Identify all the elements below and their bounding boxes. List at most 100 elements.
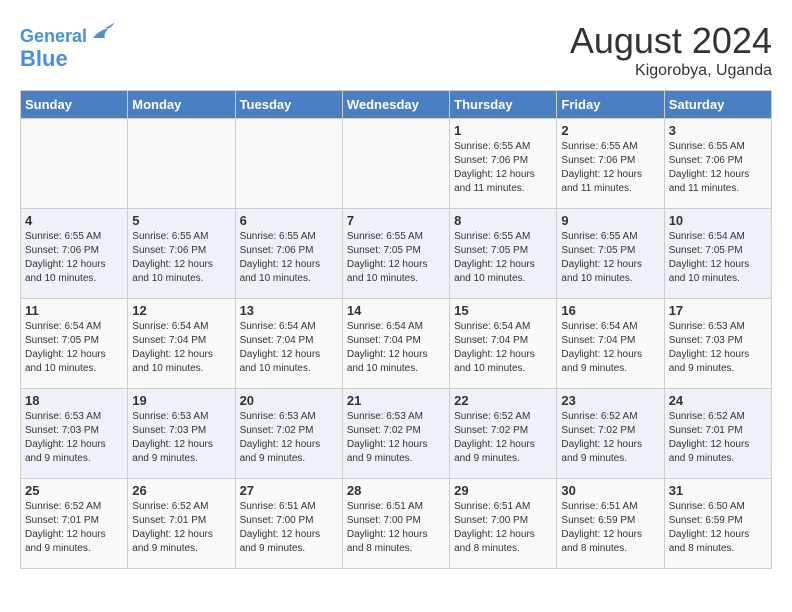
day-number: 6 [240,213,338,228]
calendar-week-row: 4 Sunrise: 6:55 AM Sunset: 7:06 PM Daylig… [21,209,772,299]
title-block: August 2024 Kigorobya, Uganda [570,20,772,80]
calendar-cell: 11 Sunrise: 6:54 AM Sunset: 7:05 PM Dayli… [21,299,128,389]
calendar-cell: 10 Sunrise: 6:54 AM Sunset: 7:05 PM Dayli… [664,209,771,299]
calendar-week-row: 18 Sunrise: 6:53 AM Sunset: 7:03 PM Dayli… [21,389,772,479]
day-number: 10 [669,213,767,228]
logo: General Blue [20,20,117,71]
calendar-cell: 23 Sunrise: 6:52 AM Sunset: 7:02 PM Dayli… [557,389,664,479]
day-info: Sunrise: 6:55 AM Sunset: 7:05 PM Dayligh… [347,230,445,286]
day-info: Sunrise: 6:50 AM Sunset: 6:59 PM Dayligh… [669,500,767,556]
day-info: Sunrise: 6:54 AM Sunset: 7:05 PM Dayligh… [25,320,123,376]
day-number: 20 [240,393,338,408]
day-info: Sunrise: 6:53 AM Sunset: 7:03 PM Dayligh… [669,320,767,376]
calendar-cell: 29Sunrise: 6:51 AM Sunset: 7:00 PM Dayli… [450,479,557,569]
day-number: 18 [25,393,123,408]
calendar-cell: 19 Sunrise: 6:53 AM Sunset: 7:03 PM Dayli… [128,389,235,479]
day-info: Sunrise: 6:55 AM Sunset: 7:05 PM Dayligh… [561,230,659,286]
day-info: Sunrise: 6:55 AM Sunset: 7:06 PM Dayligh… [561,140,659,196]
calendar-cell: 25Sunrise: 6:52 AM Sunset: 7:01 PM Dayli… [21,479,128,569]
day-info: Sunrise: 6:51 AM Sunset: 7:00 PM Dayligh… [454,500,552,556]
weekday-header-wednesday: Wednesday [342,91,449,119]
day-number: 19 [132,393,230,408]
day-number: 31 [669,483,767,498]
day-number: 14 [347,303,445,318]
day-info: Sunrise: 6:55 AM Sunset: 7:05 PM Dayligh… [454,230,552,286]
calendar-cell: 31 Sunrise: 6:50 AM Sunset: 6:59 PM Dayli… [664,479,771,569]
calendar-cell: 6 Sunrise: 6:55 AM Sunset: 7:06 PM Daylig… [235,209,342,299]
calendar-cell: 26 Sunrise: 6:52 AM Sunset: 7:01 PM Dayli… [128,479,235,569]
day-info: Sunrise: 6:53 AM Sunset: 7:03 PM Dayligh… [132,410,230,466]
calendar-cell [235,119,342,209]
day-number: 2 [561,123,659,138]
weekday-header-monday: Monday [128,91,235,119]
day-info: Sunrise: 6:52 AM Sunset: 7:02 PM Dayligh… [454,410,552,466]
day-info: Sunrise: 6:55 AM Sunset: 7:06 PM Dayligh… [669,140,767,196]
month-title: August 2024 [570,20,772,62]
calendar-cell: 5Sunrise: 6:55 AM Sunset: 7:06 PM Daylig… [128,209,235,299]
day-number: 17 [669,303,767,318]
day-number: 13 [240,303,338,318]
calendar-cell: 7 Sunrise: 6:55 AM Sunset: 7:05 PM Daylig… [342,209,449,299]
day-number: 11 [25,303,123,318]
calendar-cell: 27 Sunrise: 6:51 AM Sunset: 7:00 PM Dayli… [235,479,342,569]
day-number: 22 [454,393,552,408]
calendar-cell: 24 Sunrise: 6:52 AM Sunset: 7:01 PM Dayli… [664,389,771,479]
day-info: Sunrise: 6:53 AM Sunset: 7:03 PM Dayligh… [25,410,123,466]
day-number: 28 [347,483,445,498]
logo-bird-icon [89,20,117,42]
day-info: Sunrise: 6:54 AM Sunset: 7:04 PM Dayligh… [347,320,445,376]
day-number: 1 [454,123,552,138]
day-info: Sunrise: 6:55 AM Sunset: 7:06 PM Dayligh… [454,140,552,196]
day-info: Sunrise: 6:54 AM Sunset: 7:04 PM Dayligh… [240,320,338,376]
day-number: 21 [347,393,445,408]
day-info: Sunrise: 6:52 AM Sunset: 7:02 PM Dayligh… [561,410,659,466]
day-info: Sunrise: 6:54 AM Sunset: 7:04 PM Dayligh… [561,320,659,376]
calendar-cell: 9Sunrise: 6:55 AM Sunset: 7:05 PM Daylig… [557,209,664,299]
day-number: 7 [347,213,445,228]
logo-general: General [20,26,87,46]
day-info: Sunrise: 6:54 AM Sunset: 7:04 PM Dayligh… [454,320,552,376]
day-info: Sunrise: 6:52 AM Sunset: 7:01 PM Dayligh… [25,500,123,556]
day-info: Sunrise: 6:53 AM Sunset: 7:02 PM Dayligh… [240,410,338,466]
day-info: Sunrise: 6:51 AM Sunset: 7:00 PM Dayligh… [347,500,445,556]
calendar-cell: 21Sunrise: 6:53 AM Sunset: 7:02 PM Dayli… [342,389,449,479]
day-info: Sunrise: 6:55 AM Sunset: 7:06 PM Dayligh… [132,230,230,286]
day-info: Sunrise: 6:54 AM Sunset: 7:05 PM Dayligh… [669,230,767,286]
day-number: 24 [669,393,767,408]
calendar-cell: 28 Sunrise: 6:51 AM Sunset: 7:00 PM Dayli… [342,479,449,569]
day-info: Sunrise: 6:52 AM Sunset: 7:01 PM Dayligh… [132,500,230,556]
calendar-cell: 30 Sunrise: 6:51 AM Sunset: 6:59 PM Dayli… [557,479,664,569]
day-info: Sunrise: 6:55 AM Sunset: 7:06 PM Dayligh… [240,230,338,286]
calendar-cell: 13 Sunrise: 6:54 AM Sunset: 7:04 PM Dayli… [235,299,342,389]
calendar-cell: 3 Sunrise: 6:55 AM Sunset: 7:06 PM Daylig… [664,119,771,209]
calendar-cell: 2 Sunrise: 6:55 AM Sunset: 7:06 PM Daylig… [557,119,664,209]
calendar-week-row: 11 Sunrise: 6:54 AM Sunset: 7:05 PM Dayli… [21,299,772,389]
calendar-cell: 17 Sunrise: 6:53 AM Sunset: 7:03 PM Dayli… [664,299,771,389]
calendar-cell: 12Sunrise: 6:54 AM Sunset: 7:04 PM Dayli… [128,299,235,389]
weekday-header-row: SundayMondayTuesdayWednesdayThursdayFrid… [21,91,772,119]
day-info: Sunrise: 6:51 AM Sunset: 6:59 PM Dayligh… [561,500,659,556]
weekday-header-friday: Friday [557,91,664,119]
calendar-cell: 18 Sunrise: 6:53 AM Sunset: 7:03 PM Dayli… [21,389,128,479]
calendar-cell [128,119,235,209]
weekday-header-thursday: Thursday [450,91,557,119]
calendar-cell: 15Sunrise: 6:54 AM Sunset: 7:04 PM Dayli… [450,299,557,389]
day-number: 4 [25,213,123,228]
day-number: 30 [561,483,659,498]
weekday-header-tuesday: Tuesday [235,91,342,119]
day-info: Sunrise: 6:54 AM Sunset: 7:04 PM Dayligh… [132,320,230,376]
day-number: 27 [240,483,338,498]
calendar-cell: 1 Sunrise: 6:55 AM Sunset: 7:06 PM Daylig… [450,119,557,209]
day-number: 16 [561,303,659,318]
weekday-header-sunday: Sunday [21,91,128,119]
day-number: 3 [669,123,767,138]
day-number: 23 [561,393,659,408]
calendar-week-row: 25Sunrise: 6:52 AM Sunset: 7:01 PM Dayli… [21,479,772,569]
calendar-week-row: 1 Sunrise: 6:55 AM Sunset: 7:06 PM Daylig… [21,119,772,209]
day-info: Sunrise: 6:51 AM Sunset: 7:00 PM Dayligh… [240,500,338,556]
day-info: Sunrise: 6:52 AM Sunset: 7:01 PM Dayligh… [669,410,767,466]
calendar-table: SundayMondayTuesdayWednesdayThursdayFrid… [20,90,772,569]
weekday-header-saturday: Saturday [664,91,771,119]
day-number: 26 [132,483,230,498]
location: Kigorobya, Uganda [570,62,772,80]
